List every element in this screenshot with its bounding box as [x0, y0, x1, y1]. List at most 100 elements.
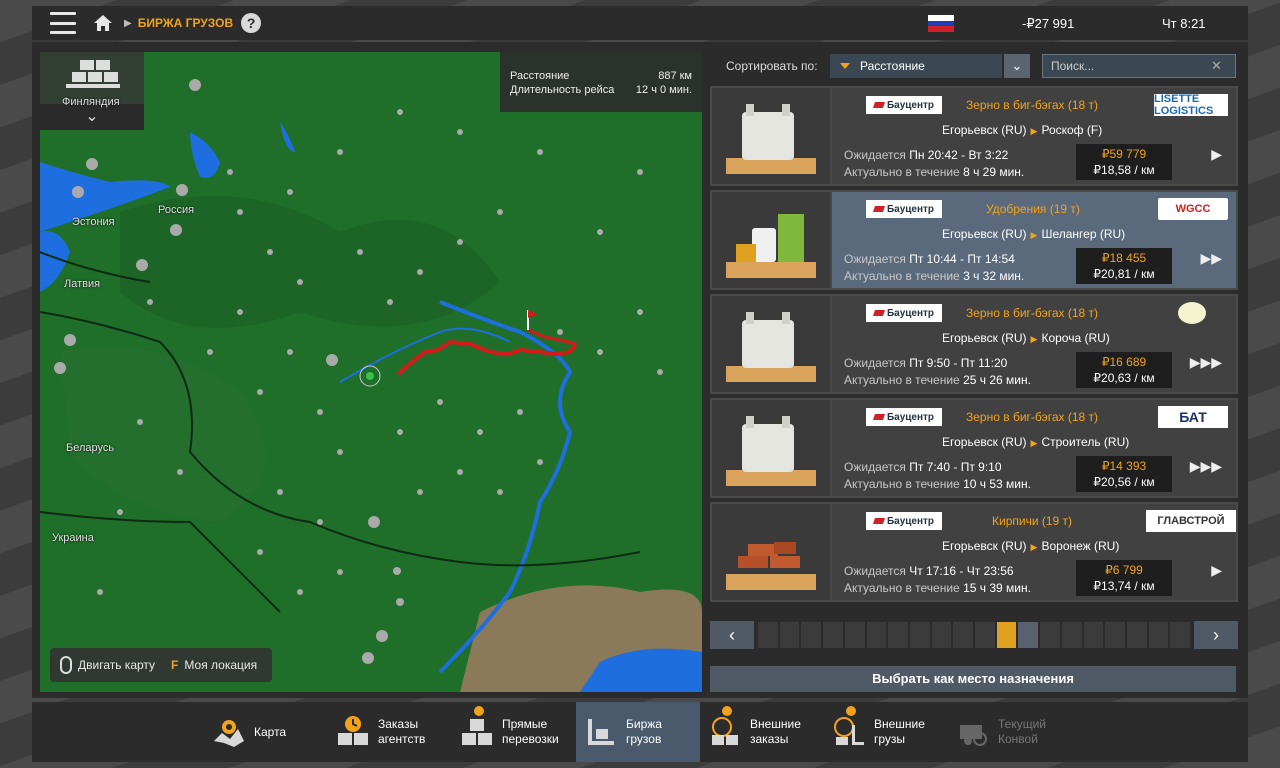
- page-indicator[interactable]: [1105, 622, 1125, 648]
- search-input[interactable]: [1051, 59, 1211, 73]
- route-info: Расстояние 887 км Длительность рейса 12 ч …: [500, 52, 702, 112]
- tab-label: Заказы агентств: [378, 717, 426, 746]
- page-indicator[interactable]: [866, 622, 887, 648]
- page-indicator[interactable]: [779, 622, 800, 648]
- page-indicator[interactable]: [1040, 622, 1060, 648]
- valid-time: Актуально в течение 15 ч 39 мин.: [844, 581, 1031, 595]
- job-row[interactable]: Бауцентр Удобрения (19 т) WGCC Егорьевск…: [710, 190, 1238, 290]
- triple-arrow-icon[interactable]: ▶▶▶: [1190, 458, 1222, 475]
- job-row[interactable]: Бауцентр Зерно в биг-бэгах (18 т) LISETT…: [710, 86, 1238, 186]
- map-controls-hint: Двигать карту F Моя локация: [50, 648, 272, 682]
- map-canvas: [40, 52, 702, 692]
- page-indicator[interactable]: [888, 622, 908, 648]
- page-indicator[interactable]: [844, 622, 865, 648]
- page-indicator[interactable]: [758, 622, 778, 648]
- company-logo: Бауцентр: [866, 304, 942, 322]
- cargo-name: Зерно в биг-бэгах (18 т): [966, 306, 1099, 320]
- job-row[interactable]: Бауцентр Зерно в биг-бэгах (18 т) Егорье…: [710, 294, 1238, 394]
- page-indicator[interactable]: [996, 622, 1017, 648]
- page-indicator[interactable]: [953, 622, 974, 648]
- valid-time: Актуально в течение 8 ч 29 мин.: [844, 165, 1025, 179]
- globe-boxes-icon: [712, 717, 738, 745]
- expected-time: Ожидается Пт 9:50 - Пт 11:20: [844, 356, 1008, 370]
- tab-label: Прямые перевозки: [502, 717, 559, 746]
- page-indicator[interactable]: [1126, 622, 1147, 648]
- page-indicator[interactable]: [1170, 622, 1191, 648]
- cargo-name: Зерно в биг-бэгах (18 т): [966, 410, 1099, 424]
- valid-time: Актуально в течение 25 ч 26 мин.: [844, 373, 1031, 387]
- distance-value: 887 км: [658, 70, 692, 82]
- tab-cargo-market[interactable]: Биржа грузов: [576, 702, 700, 762]
- page-indicator[interactable]: [1083, 622, 1104, 648]
- page-indicator[interactable]: [1148, 622, 1169, 648]
- sort-label: Сортировать по:: [726, 59, 818, 73]
- cargo-image: [712, 504, 830, 600]
- job-route: Егорьевск (RU) ▶ Роскоф (F): [942, 123, 1103, 137]
- tab-label: Карта: [254, 724, 287, 739]
- world-map[interactable]: ⌄ Расстояние 887 км Длительность рейса 12 …: [40, 52, 702, 692]
- tab-label: Внешние заказы: [750, 717, 801, 746]
- job-row[interactable]: Бауцентр Кирпичи (19 т) ГЛАВСТРОЙ Егорье…: [710, 502, 1238, 602]
- tab-direct-transport[interactable]: Прямые перевозки: [452, 702, 576, 762]
- play-arrow-icon[interactable]: ▶: [1211, 146, 1222, 163]
- cargo-image: [712, 400, 830, 496]
- breadcrumb-arrow-icon: ▶: [124, 17, 132, 29]
- bottom-nav: Карта Заказы агентств Прямые перевозки Бир…: [32, 702, 1248, 762]
- tab-external-cargo[interactable]: Внешние грузы: [824, 702, 948, 762]
- russia-flag-icon: [928, 15, 954, 32]
- page-indicator[interactable]: [823, 622, 843, 648]
- duration-label: Длительность рейса: [510, 84, 615, 96]
- tab-agency-jobs[interactable]: Заказы агентств: [328, 702, 452, 762]
- page-indicator[interactable]: [1018, 622, 1039, 648]
- play-arrow-icon[interactable]: ▶: [1211, 562, 1222, 579]
- help-button[interactable]: ?: [241, 13, 262, 33]
- pagination: ‹ ›: [710, 620, 1238, 650]
- job-info: Бауцентр Зерно в биг-бэгах (18 т) LISETT…: [832, 88, 1236, 184]
- mouse-icon: [60, 656, 72, 674]
- close-icon[interactable]: ✕: [1211, 58, 1222, 74]
- page-indicator[interactable]: [909, 622, 930, 648]
- my-location-button[interactable]: Моя локация: [184, 658, 257, 672]
- map-layer-toggle[interactable]: ⌄: [40, 52, 144, 130]
- payment-box: ₽6 799 ₽13,74 / км: [1076, 560, 1172, 596]
- page-indicator[interactable]: [1061, 622, 1082, 648]
- move-map-label: Двигать карту: [78, 658, 156, 672]
- job-info: Бауцентр Удобрения (19 т) WGCC Егорьевск…: [832, 192, 1236, 288]
- client-logo-sun-icon: [1178, 302, 1206, 324]
- company-logo: Бауцентр: [866, 512, 942, 530]
- tab-map[interactable]: Карта: [204, 702, 328, 762]
- map-label-estonia: Эстония: [72, 216, 115, 228]
- tab-current-convoy[interactable]: Текущий Конвой: [948, 702, 1072, 762]
- sort-select[interactable]: Расстояние: [830, 54, 1002, 78]
- client-logo: БАТ: [1158, 406, 1228, 428]
- client-logo: ГЛАВСТРОЙ: [1146, 510, 1236, 532]
- distance-label: Расстояние: [510, 70, 570, 82]
- tab-label: Внешние грузы: [874, 717, 925, 746]
- job-route: Егорьевск (RU) ▶ Строитель (RU): [942, 435, 1130, 449]
- page-indicator[interactable]: [975, 622, 995, 648]
- tab-external-jobs[interactable]: Внешние заказы: [700, 702, 824, 762]
- next-page-button[interactable]: ›: [1194, 621, 1238, 649]
- chevron-down-icon[interactable]: ⌄: [1004, 54, 1030, 78]
- prev-page-button[interactable]: ‹: [710, 621, 754, 649]
- cargo-name: Удобрения (19 т): [986, 202, 1080, 216]
- compass-map-icon: [214, 720, 244, 747]
- fast-forward-icon[interactable]: ▶▶: [1200, 250, 1222, 267]
- hamburger-menu-icon[interactable]: [50, 12, 76, 34]
- page-indicator[interactable]: [931, 622, 952, 648]
- set-destination-button[interactable]: Выбрать как место назначения: [710, 666, 1236, 692]
- bricks-icon: [726, 542, 816, 590]
- job-info: Бауцентр Кирпичи (19 т) ГЛАВСТРОЙ Егорье…: [832, 504, 1236, 600]
- cargo-trolley-icon: [588, 719, 614, 745]
- cargo-name: Кирпичи (19 т): [992, 514, 1073, 528]
- convoy-icon: [960, 725, 987, 746]
- job-row[interactable]: Бауцентр Зерно в биг-бэгах (18 т) БАТ Ег…: [710, 398, 1238, 498]
- payment-box: ₽14 393 ₽20,56 / км: [1076, 456, 1172, 492]
- home-icon[interactable]: [92, 12, 114, 34]
- boxes-icon: [462, 719, 492, 745]
- page-indicator[interactable]: [801, 622, 822, 648]
- top-bar: ▶ БИРЖА ГРУЗОВ ? -₽27 991 Чт 8:21: [32, 6, 1248, 40]
- money-balance: -₽27 991: [1022, 16, 1075, 31]
- triple-arrow-icon[interactable]: ▶▶▶: [1190, 354, 1222, 371]
- page-indicators: [758, 622, 1191, 648]
